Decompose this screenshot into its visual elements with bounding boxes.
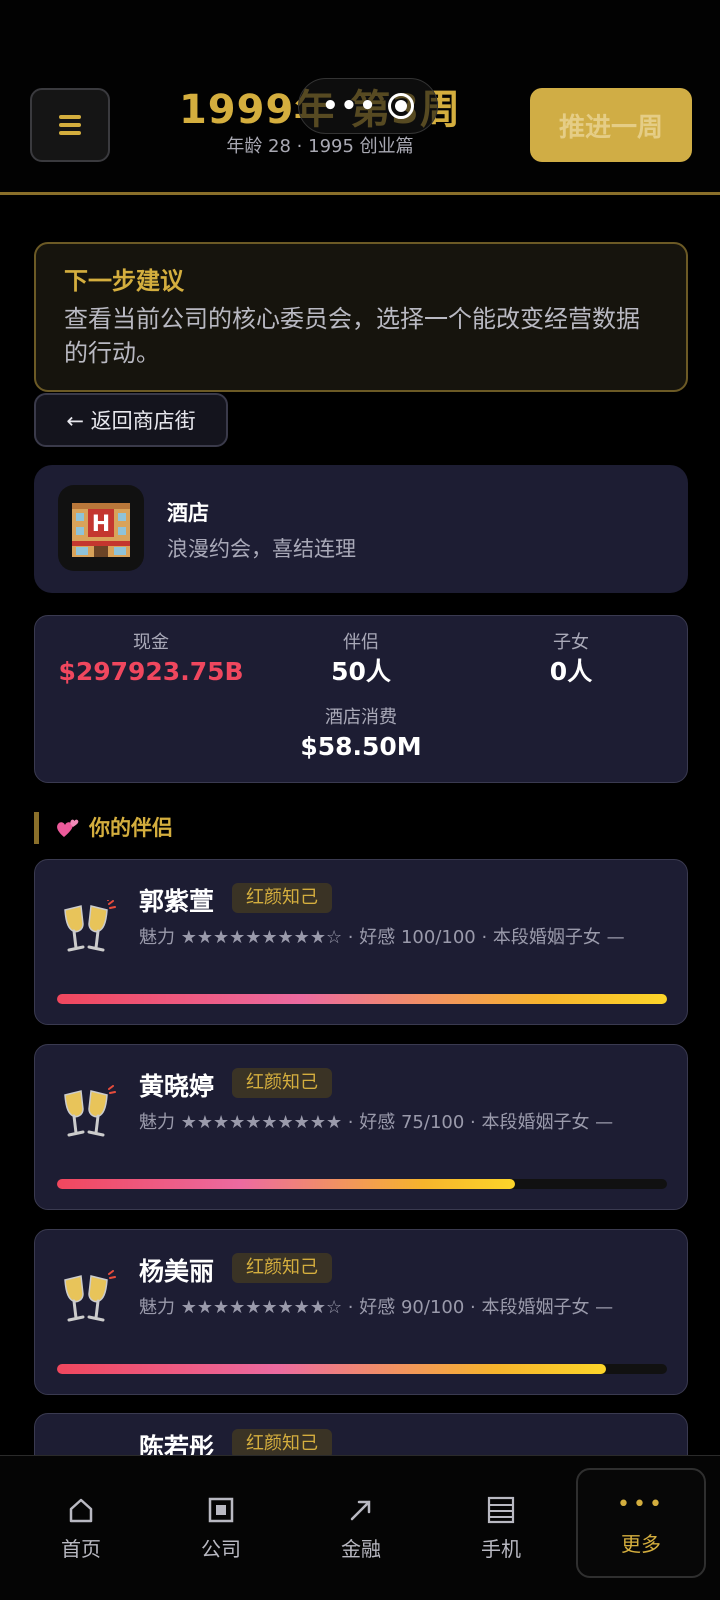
close-target-icon[interactable] [387, 93, 414, 119]
partner-card[interactable]: 黄晓婷 红颜知己 魅力 ★★★★★★★★★★ · 好感 75/100 · 本段婚… [34, 1044, 688, 1210]
nav-more[interactable]: ••• 更多 [576, 1468, 706, 1578]
menu-button[interactable] [30, 88, 110, 162]
partner-name: 郭紫萱 [139, 887, 215, 916]
cash-label: 现金 [133, 632, 169, 653]
affection-bar [57, 1179, 667, 1189]
cash-stat: 现金 $297923.75B [51, 630, 251, 688]
affection-fill [57, 1364, 606, 1374]
suggestion-text: 查看当前公司的核心委员会，选择一个能改变经营数据的行动。 [64, 305, 640, 367]
hotel-title: 酒店 [167, 501, 209, 525]
bottom-navigation: 首页 公司 金融 手机 ••• 更多 [0, 1455, 720, 1600]
nav-phone[interactable]: 手机 [436, 1456, 566, 1600]
mini-program-capsule[interactable]: ••• [298, 78, 438, 134]
partner-card[interactable]: 杨美丽 红颜知己 魅力 ★★★★★★★★★☆ · 好感 90/100 · 本段婚… [34, 1229, 688, 1395]
home-icon [67, 1495, 95, 1525]
hotel-spend-label: 酒店消费 [325, 707, 397, 728]
partner-card[interactable]: 郭紫萱 红颜知己 魅力 ★★★★★★★★★☆ · 好感 100/100 · 本段… [34, 859, 688, 1025]
hotel-icon: H [58, 485, 144, 571]
trend-arrow-icon [347, 1495, 375, 1525]
partner-info: 魅力 ★★★★★★★★★☆ · 好感 90/100 · 本段婚姻子女 — [139, 1297, 614, 1318]
suggestion-box: 下一步建议 查看当前公司的核心委员会，选择一个能改变经营数据的行动。 [34, 242, 688, 392]
children-stat: 子女 0人 [471, 630, 671, 688]
nav-finance-label: 金融 [341, 1537, 381, 1561]
hotel-card: H 酒店 浪漫约会，喜结连理 [34, 465, 688, 593]
advance-week-button[interactable]: 推进一周 [530, 88, 692, 162]
hotel-spend-stat: 酒店消费 $58.50M [261, 705, 461, 763]
nav-more-label: 更多 [621, 1531, 661, 1556]
suggestion-title: 下一步建议 [64, 267, 184, 295]
affection-bar [57, 1364, 667, 1374]
nav-home[interactable]: 首页 [16, 1456, 146, 1600]
nav-company-label: 公司 [201, 1537, 241, 1561]
partner-tag: 红颜知己 [232, 1068, 332, 1098]
top-header: 1999年 第3周 年龄 28 · 1995 创业篇 ••• 推进一周 [0, 0, 720, 195]
two-hearts-icon [57, 819, 79, 837]
partners-value: 50人 [331, 657, 391, 686]
hotel-spend-value: $58.50M [300, 732, 422, 761]
nav-home-label: 首页 [61, 1537, 101, 1561]
hotel-description: 浪漫约会，喜结连理 [167, 537, 356, 561]
company-icon [207, 1495, 235, 1525]
back-to-street-button[interactable]: ← 返回商店街 [34, 393, 228, 447]
champagne-glasses-icon [64, 900, 116, 952]
champagne-glasses-icon [64, 1085, 116, 1137]
nav-company[interactable]: 公司 [156, 1456, 286, 1600]
partner-info: 魅力 ★★★★★★★★★★ · 好感 75/100 · 本段婚姻子女 — [139, 1112, 614, 1133]
partner-tag: 红颜知己 [232, 883, 332, 913]
more-dots-icon: ••• [617, 1492, 665, 1517]
partner-tag: 红颜知己 [232, 1253, 332, 1283]
partners-label: 伴侣 [343, 632, 379, 653]
partners-stat: 伴侣 50人 [261, 630, 461, 688]
partner-name: 杨美丽 [139, 1257, 215, 1286]
children-value: 0人 [549, 657, 593, 686]
svg-text:H: H [92, 512, 110, 537]
hamburger-icon [59, 115, 81, 135]
stats-panel: 现金 $297923.75B 伴侣 50人 子女 0人 酒店消费 $58.50M [34, 615, 688, 783]
affection-fill [57, 1179, 515, 1189]
nav-phone-label: 手机 [481, 1537, 521, 1561]
page-subtitle: 年龄 28 · 1995 创业篇 [226, 136, 414, 157]
partner-info: 魅力 ★★★★★★★★★☆ · 好感 100/100 · 本段婚姻子女 — [139, 927, 625, 948]
affection-bar [57, 994, 667, 1004]
affection-fill [57, 994, 667, 1004]
children-label: 子女 [553, 632, 589, 653]
partner-name: 黄晓婷 [139, 1072, 215, 1101]
cash-value: $297923.75B [58, 657, 244, 686]
list-icon [487, 1495, 515, 1525]
partners-section-title: 你的伴侣 [34, 812, 173, 844]
champagne-glasses-icon [64, 1270, 116, 1322]
section-title-text: 你的伴侣 [89, 816, 173, 840]
nav-finance[interactable]: 金融 [296, 1456, 426, 1600]
more-dots-icon[interactable]: ••• [322, 91, 378, 121]
